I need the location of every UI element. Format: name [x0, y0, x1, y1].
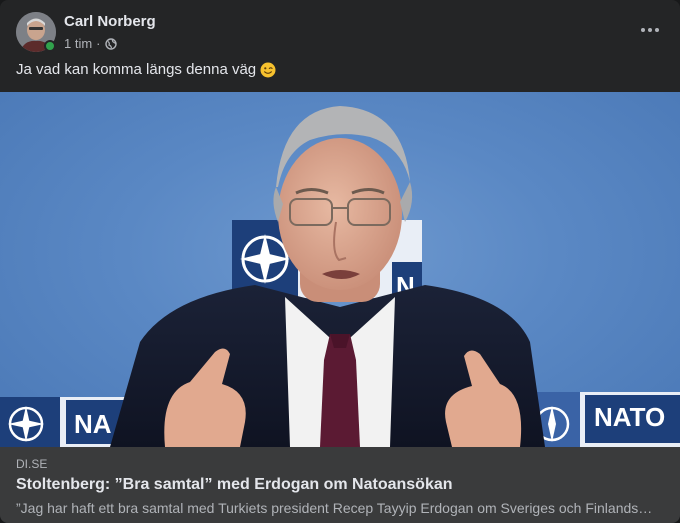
speaker-figure — [110, 106, 545, 447]
nato-sign-right: NATO — [520, 392, 680, 447]
post-header: Carl Norberg 1 tim · — [16, 12, 664, 56]
more-options-icon[interactable] — [636, 20, 664, 40]
post-message: Ja vad kan komma längs denna väg — [16, 61, 276, 78]
meta-separator: · — [96, 36, 101, 51]
post-time[interactable]: 1 tim — [64, 36, 92, 51]
press-conference-photo: N NA NATO — [0, 106, 680, 447]
globe-icon[interactable] — [104, 37, 117, 50]
svg-text:NA: NA — [74, 409, 112, 439]
post-meta: 1 tim · — [64, 36, 117, 51]
link-domain: DI.SE — [16, 457, 48, 471]
feed-post: Carl Norberg 1 tim · Ja vad kan komma lä… — [0, 0, 680, 523]
link-preview-image[interactable]: N NA NATO — [0, 92, 680, 447]
link-preview-card[interactable]: DI.SE Stoltenberg: ”Bra samtal” med Erdo… — [0, 447, 680, 523]
link-description: ”Jag har haft ett bra samtal med Turkiet… — [16, 500, 656, 516]
winking-face-emoji — [260, 62, 276, 77]
online-status-dot — [44, 40, 56, 52]
post-message-text: Ja vad kan komma längs denna väg — [16, 61, 257, 78]
svg-text:NATO: NATO — [594, 402, 665, 432]
link-title[interactable]: Stoltenberg: ”Bra samtal” med Erdogan om… — [16, 476, 453, 494]
author-name[interactable]: Carl Norberg — [64, 13, 156, 30]
